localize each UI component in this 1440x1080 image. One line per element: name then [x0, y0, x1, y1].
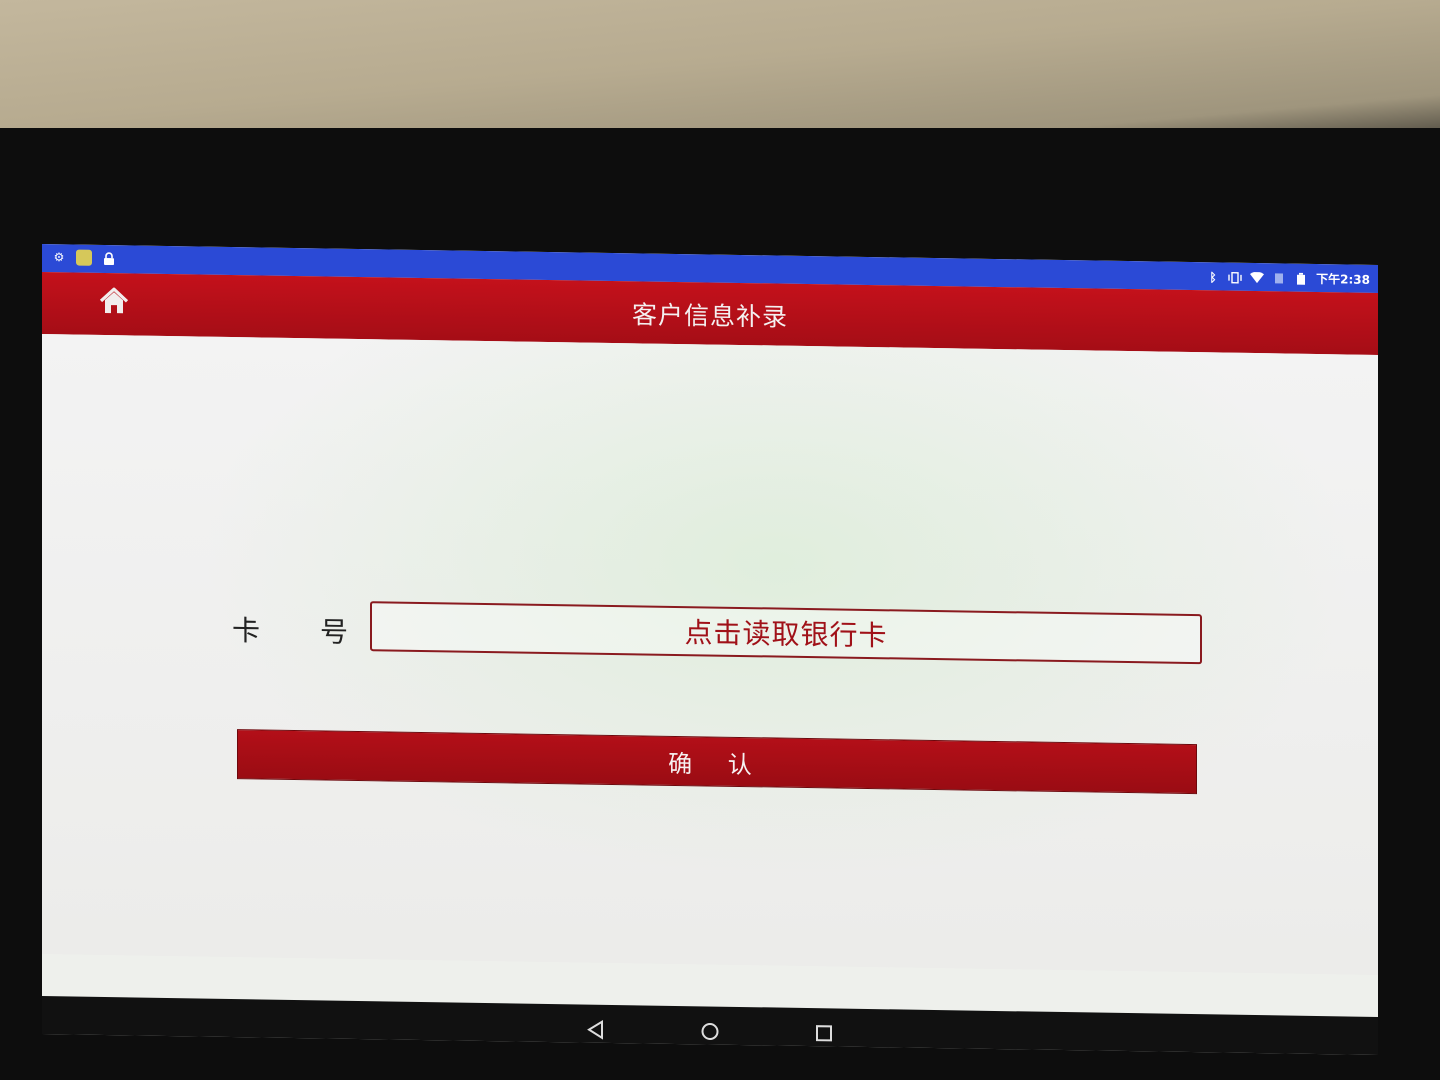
- battery-icon: [1294, 271, 1308, 285]
- back-icon[interactable]: [585, 1019, 607, 1041]
- status-left-icons: ⚙: [52, 249, 116, 266]
- page-title: 客户信息补录: [631, 300, 788, 332]
- status-time: 下午2:38: [1316, 272, 1370, 287]
- sim-icon: [1272, 271, 1286, 285]
- nav-home-icon[interactable]: [699, 1020, 721, 1042]
- status-right-icons: ᛒ 下午2:38: [1206, 268, 1370, 288]
- confirm-button[interactable]: 确 认: [237, 729, 1197, 795]
- wifi-icon: [1250, 270, 1265, 284]
- card-label-char-1: 卡: [232, 613, 261, 648]
- app-icon: [76, 249, 92, 266]
- recents-icon[interactable]: [813, 1022, 835, 1044]
- card-number-field[interactable]: 点击读取银行卡: [370, 601, 1202, 665]
- card-label-char-2: 号: [320, 615, 349, 649]
- bluetooth-icon: ᛒ: [1209, 269, 1217, 284]
- lock-icon: [102, 251, 116, 265]
- settings-icon: ⚙: [53, 250, 65, 265]
- main-content: 卡 号 点击读取银行卡 确 认: [42, 334, 1378, 975]
- device-screen: ⚙ ᛒ 下午2:38 客户信息补录 卡 号 点击读取银行卡 确 认: [42, 244, 1378, 1055]
- vibrate-icon: [1228, 270, 1242, 284]
- card-number-label: 卡 号: [232, 609, 348, 651]
